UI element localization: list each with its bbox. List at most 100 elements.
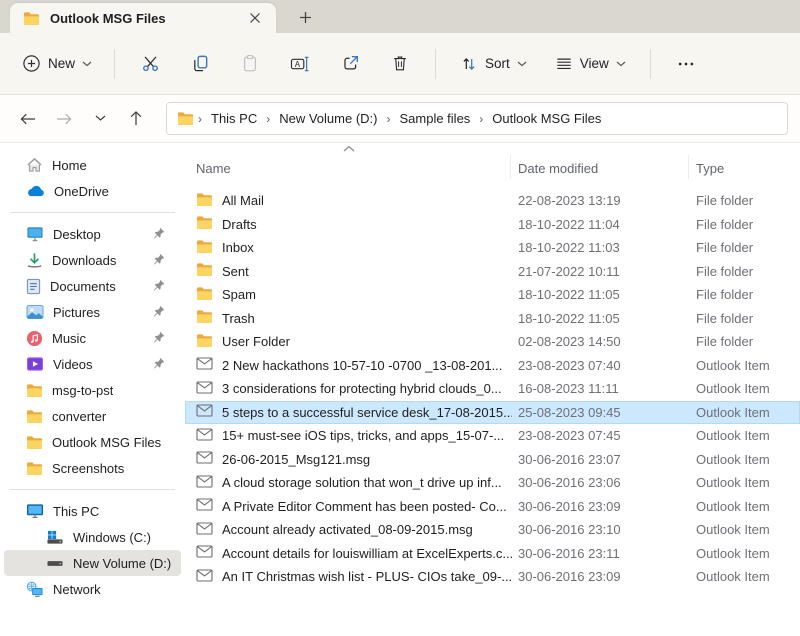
navigation-pane: HomeOneDrive Desktop DownloadsDocuments Pic… xyxy=(0,143,185,636)
sidebar-item-downloads[interactable]: Downloads xyxy=(4,247,181,273)
file-type: Outlook Item xyxy=(696,448,770,472)
file-row[interactable]: 2 New hackathons 10-57-10 -0700 _13-08-2… xyxy=(185,354,800,378)
sidebar-item-new-volume-d[interactable]: New Volume (D:) xyxy=(4,550,181,576)
cut-button[interactable] xyxy=(128,45,172,83)
sidebar-item-pictures[interactable]: Pictures xyxy=(4,299,181,325)
sidebar-item-outlook-msg-files[interactable]: Outlook MSG Files xyxy=(4,429,181,455)
file-date-modified: 23-08-2023 07:45 xyxy=(518,424,621,448)
arrow-up-icon xyxy=(129,110,143,127)
sidebar-item-label: Desktop xyxy=(53,227,101,242)
explorer-body: HomeOneDrive Desktop DownloadsDocuments Pic… xyxy=(0,143,800,636)
file-row[interactable]: Inbox18-10-2022 11:03File folder xyxy=(185,236,800,260)
sort-button[interactable]: Sort xyxy=(450,47,537,81)
command-toolbar: New A Sort View xyxy=(0,33,800,95)
sidebar-item-msg-to-pst[interactable]: msg-to-pst xyxy=(4,377,181,403)
sidebar-item-windows-c[interactable]: Windows (C:) xyxy=(4,524,181,550)
forward-button[interactable] xyxy=(48,103,80,135)
close-tab-icon[interactable] xyxy=(244,7,266,29)
desktop-icon xyxy=(26,226,44,242)
file-name: 15+ must-see iOS tips, tricks, and apps_… xyxy=(222,424,504,448)
mail-icon xyxy=(196,357,213,371)
file-name: A cloud storage solution that won_t driv… xyxy=(222,471,502,495)
file-type: Outlook Item xyxy=(696,495,770,519)
sidebar-item-videos[interactable]: Videos xyxy=(4,351,181,377)
address-bar: ›This PC›New Volume (D:)›Sample files›Ou… xyxy=(0,95,800,143)
file-row[interactable]: Account details for louiswilliam at Exce… xyxy=(185,542,800,566)
plus-icon xyxy=(299,11,312,24)
column-divider[interactable] xyxy=(510,155,511,179)
file-row[interactable]: All Mail22-08-2023 13:19File folder xyxy=(185,189,800,213)
new-button[interactable]: New xyxy=(10,46,104,81)
breadcrumb-item[interactable]: Sample files xyxy=(394,108,475,129)
file-type: Outlook Item xyxy=(696,377,770,401)
file-row[interactable]: An IT Christmas wish list - PLUS- CIOs t… xyxy=(185,565,800,589)
file-name: User Folder xyxy=(222,330,290,354)
file-row[interactable]: Drafts18-10-2022 11:04File folder xyxy=(185,213,800,237)
sidebar-item-label: This PC xyxy=(53,504,99,519)
file-row[interactable]: A Private Editor Comment has been posted… xyxy=(185,495,800,519)
file-row[interactable]: Trash18-10-2022 11:05File folder xyxy=(185,307,800,331)
paste-button[interactable] xyxy=(228,45,272,83)
file-row[interactable]: 3 considerations for protecting hybrid c… xyxy=(185,377,800,401)
file-row[interactable]: Spam18-10-2022 11:05File folder xyxy=(185,283,800,307)
sidebar-item-desktop[interactable]: Desktop xyxy=(4,221,181,247)
more-options-button[interactable] xyxy=(664,45,708,83)
file-row[interactable]: Account already activated_08-09-2015.msg… xyxy=(185,518,800,542)
file-name: Account already activated_08-09-2015.msg xyxy=(222,518,473,542)
trash-icon xyxy=(391,54,409,73)
recent-locations-button[interactable] xyxy=(84,103,116,135)
file-row[interactable]: 5 steps to a successful service desk_17-… xyxy=(185,401,800,425)
breadcrumb-item[interactable]: This PC xyxy=(206,108,262,129)
up-button[interactable] xyxy=(120,103,152,135)
column-header-date-modified[interactable]: Date modified xyxy=(518,161,598,176)
sidebar-item-music[interactable]: Music xyxy=(4,325,181,351)
column-header-name[interactable]: Name xyxy=(196,161,231,176)
plus-circle-icon xyxy=(22,54,41,73)
home-icon xyxy=(26,157,43,173)
column-header-type[interactable]: Type xyxy=(696,161,724,176)
file-date-modified: 30-06-2016 23:11 xyxy=(518,542,620,566)
file-date-modified: 18-10-2022 11:05 xyxy=(518,307,620,331)
copy-button[interactable] xyxy=(178,45,222,83)
new-tab-button[interactable] xyxy=(292,4,318,30)
sidebar-item-label: Pictures xyxy=(53,305,100,320)
file-row[interactable]: A cloud storage solution that won_t driv… xyxy=(185,471,800,495)
sidebar-item-converter[interactable]: converter xyxy=(4,403,181,429)
folder-icon xyxy=(26,461,43,476)
sort-ascending-icon xyxy=(343,145,355,152)
delete-button[interactable] xyxy=(378,45,422,83)
folder-icon xyxy=(196,192,213,207)
music-icon xyxy=(26,330,43,347)
file-name: Inbox xyxy=(222,236,254,260)
column-divider[interactable] xyxy=(688,155,689,179)
file-date-modified: 02-08-2023 14:50 xyxy=(518,330,621,354)
toolbar-separator xyxy=(650,49,651,79)
breadcrumb[interactable]: ›This PC›New Volume (D:)›Sample files›Ou… xyxy=(166,102,788,135)
share-button[interactable] xyxy=(328,45,372,83)
file-row[interactable]: Sent21-07-2022 10:11File folder xyxy=(185,260,800,284)
file-row[interactable]: User Folder02-08-2023 14:50File folder xyxy=(185,330,800,354)
breadcrumb-item[interactable]: Outlook MSG Files xyxy=(487,108,606,129)
breadcrumb-item[interactable]: New Volume (D:) xyxy=(274,108,382,129)
file-row[interactable]: 15+ must-see iOS tips, tricks, and apps_… xyxy=(185,424,800,448)
list-lines-icon xyxy=(555,56,573,72)
sidebar-item-screenshots[interactable]: Screenshots xyxy=(4,455,181,481)
rename-button[interactable]: A xyxy=(278,45,322,83)
file-date-modified: 25-08-2023 09:45 xyxy=(518,401,621,425)
sidebar-item-label: Music xyxy=(52,331,86,346)
file-type: File folder xyxy=(696,307,753,331)
column-headers: Name Date modified Type xyxy=(185,143,800,189)
sidebar-item-network[interactable]: Network xyxy=(4,576,181,602)
sidebar-item-home[interactable]: Home xyxy=(4,152,181,178)
mail-icon xyxy=(196,545,213,559)
view-button[interactable]: View xyxy=(545,48,636,80)
file-row[interactable]: 26-06-2015_Msg121.msg30-06-2016 23:07Out… xyxy=(185,448,800,472)
sidebar-item-this-pc[interactable]: This PC xyxy=(4,498,181,524)
sidebar-item-documents[interactable]: Documents xyxy=(4,273,181,299)
pin-icon xyxy=(153,227,165,239)
explorer-tab[interactable]: Outlook MSG Files xyxy=(10,3,276,33)
sidebar-item-onedrive[interactable]: OneDrive xyxy=(4,178,181,204)
back-button[interactable] xyxy=(12,103,44,135)
folder-icon xyxy=(196,239,213,254)
file-date-modified: 18-10-2022 11:04 xyxy=(518,213,620,237)
